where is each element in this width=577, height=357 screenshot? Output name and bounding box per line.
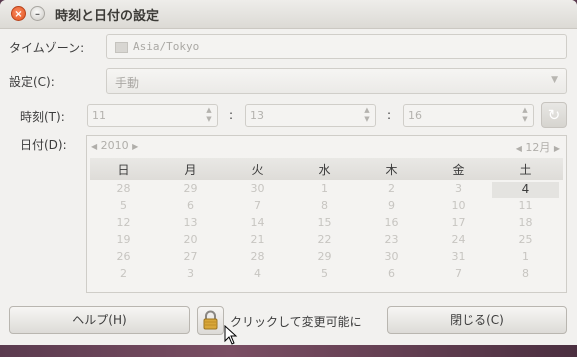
close-button[interactable]: 閉じる(C) xyxy=(387,306,567,334)
year-selector[interactable]: ◀ 2010 ▶ xyxy=(91,139,138,152)
calendar-day[interactable]: 1 xyxy=(492,250,559,266)
weekday-label: 木 xyxy=(385,163,398,177)
weekday-label: 日 xyxy=(117,163,130,177)
calendar-day[interactable]: 3 xyxy=(425,182,492,198)
chevron-down-icon: ▼ xyxy=(551,75,558,85)
calendar-day[interactable]: 3 xyxy=(157,267,224,283)
close-window-icon[interactable]: × xyxy=(11,6,26,21)
calendar-day[interactable]: 6 xyxy=(358,267,425,283)
timezone-label: タイムゾーン: xyxy=(9,41,85,55)
calendar-day-selected[interactable]: 4 xyxy=(492,182,559,198)
hour-spinner[interactable]: 11 ▲ ▼ xyxy=(87,104,218,127)
calendar-day[interactable]: 24 xyxy=(425,233,492,249)
second-spinner[interactable]: 16 ▲ ▼ xyxy=(403,104,534,127)
calendar-day[interactable]: 8 xyxy=(291,199,358,215)
calendar-day[interactable]: 30 xyxy=(358,250,425,266)
calendar-day[interactable]: 28 xyxy=(90,182,157,198)
weekday-label: 金 xyxy=(452,163,465,177)
calendar-day[interactable]: 7 xyxy=(224,199,291,215)
timezone-value: Asia/Tokyo xyxy=(133,40,200,53)
desktop-background xyxy=(0,345,577,357)
calendar-day[interactable]: 12 xyxy=(90,216,157,232)
calendar-day[interactable]: 29 xyxy=(291,250,358,266)
calendar-day[interactable]: 29 xyxy=(157,182,224,198)
setting-label: 設定(C): xyxy=(9,75,55,89)
help-button[interactable]: ヘルプ(H) xyxy=(9,306,190,334)
time-separator: : xyxy=(229,108,234,122)
timezone-field[interactable]: Asia/Tokyo xyxy=(106,34,567,59)
calendar-day[interactable]: 30 xyxy=(224,182,291,198)
year-value: 2010 xyxy=(100,139,129,152)
calendar-day[interactable]: 31 xyxy=(425,250,492,266)
calendar-day[interactable]: 26 xyxy=(90,250,157,266)
refresh-icon[interactable]: ↻ xyxy=(541,102,567,128)
month-selector[interactable]: ◀ 12月 ▶ xyxy=(516,139,560,155)
calendar-day[interactable]: 27 xyxy=(157,250,224,266)
time-label: 時刻(T): xyxy=(20,110,65,124)
title-bar: × – 時刻と日付の設定 xyxy=(0,0,577,29)
calendar-day[interactable]: 4 xyxy=(224,267,291,283)
calendar-day[interactable]: 7 xyxy=(425,267,492,283)
calendar-day[interactable]: 18 xyxy=(492,216,559,232)
calendar-day[interactable]: 20 xyxy=(157,233,224,249)
minute-value: 13 xyxy=(250,109,264,122)
date-label: 日付(D): xyxy=(20,138,67,152)
calendar-day[interactable]: 8 xyxy=(492,267,559,283)
window-title: 時刻と日付の設定 xyxy=(55,9,160,24)
weekday-header: 日 月 火 水 木 金 土 xyxy=(90,158,563,180)
month-value: 12月 xyxy=(525,141,551,154)
calendar-day[interactable]: 16 xyxy=(358,216,425,232)
calendar-day[interactable]: 10 xyxy=(425,199,492,215)
prev-year-icon[interactable]: ◀ xyxy=(91,142,97,151)
unlock-label: クリックして変更可能に xyxy=(230,315,362,329)
prev-month-icon[interactable]: ◀ xyxy=(516,144,522,153)
calendar-day[interactable]: 5 xyxy=(291,267,358,283)
second-value: 16 xyxy=(408,109,422,122)
calendar-day[interactable]: 19 xyxy=(90,233,157,249)
setting-combo[interactable]: 手動 ▼ xyxy=(106,68,567,94)
calendar-day[interactable]: 15 xyxy=(291,216,358,232)
mouse-cursor-icon xyxy=(224,325,238,345)
calendar-day[interactable]: 1 xyxy=(291,182,358,198)
flag-icon xyxy=(115,42,128,53)
calendar-day[interactable]: 17 xyxy=(425,216,492,232)
weekday-label: 土 xyxy=(519,163,532,177)
weekday-label: 月 xyxy=(184,163,197,177)
time-separator: : xyxy=(387,108,392,122)
next-year-icon[interactable]: ▶ xyxy=(132,142,138,151)
calendar-day[interactable]: 21 xyxy=(224,233,291,249)
calendar[interactable]: ◀ 2010 ▶ ◀ 12月 ▶ 日 月 火 水 木 金 土 28 29 30 1 2 3… xyxy=(86,135,567,293)
calendar-day[interactable]: 22 xyxy=(291,233,358,249)
spin-arrows-icon[interactable]: ▲ ▼ xyxy=(361,106,373,125)
calendar-day[interactable]: 5 xyxy=(90,199,157,215)
minute-spinner[interactable]: 13 ▲ ▼ xyxy=(245,104,376,127)
spin-arrows-icon[interactable]: ▲ ▼ xyxy=(519,106,531,125)
calendar-day[interactable]: 6 xyxy=(157,199,224,215)
calendar-day[interactable]: 23 xyxy=(358,233,425,249)
calendar-day[interactable]: 2 xyxy=(90,267,157,283)
calendar-day[interactable]: 25 xyxy=(492,233,559,249)
date-time-window: × – 時刻と日付の設定 タイムゾーン: Asia/Tokyo 設定(C): 手… xyxy=(0,0,577,345)
hour-value: 11 xyxy=(92,109,106,122)
calendar-day[interactable]: 11 xyxy=(492,199,559,215)
minimize-window-icon[interactable]: – xyxy=(30,6,45,21)
lock-icon xyxy=(203,310,218,330)
calendar-day[interactable]: 2 xyxy=(358,182,425,198)
calendar-day[interactable]: 28 xyxy=(224,250,291,266)
weekday-label: 水 xyxy=(318,163,331,177)
spin-arrows-icon[interactable]: ▲ ▼ xyxy=(203,106,215,125)
setting-value: 手動 xyxy=(115,76,140,90)
weekday-label: 火 xyxy=(251,163,264,177)
calendar-day[interactable]: 9 xyxy=(358,199,425,215)
calendar-day[interactable]: 14 xyxy=(224,216,291,232)
calendar-day[interactable]: 13 xyxy=(157,216,224,232)
next-month-icon[interactable]: ▶ xyxy=(554,144,560,153)
unlock-button[interactable] xyxy=(197,306,224,335)
